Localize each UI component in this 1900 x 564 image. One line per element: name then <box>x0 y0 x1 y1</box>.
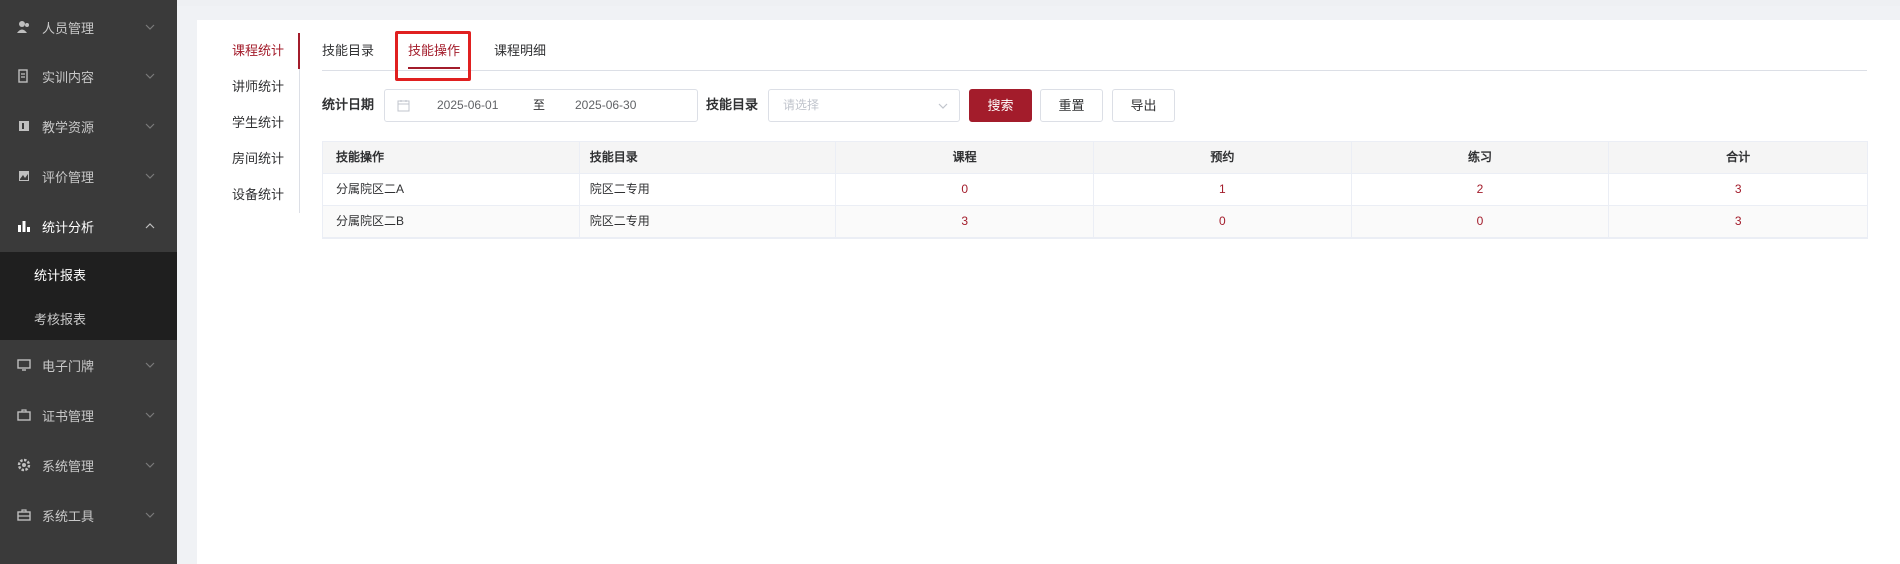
cell-total[interactable]: 3 <box>1609 206 1867 237</box>
menu-item-training[interactable]: 实训内容 <box>0 51 177 101</box>
cell-skill-catalog: 院区二专用 <box>580 206 837 237</box>
date-separator: 至 <box>533 98 546 112</box>
chevron-down-icon <box>145 173 155 179</box>
header-skill-operation: 技能操作 <box>323 142 580 173</box>
cell-reservation[interactable]: 0 <box>1094 206 1352 237</box>
menu-item-evaluation[interactable]: 评价管理 <box>0 151 177 201</box>
cell-skill-catalog: 院区二专用 <box>580 174 837 205</box>
tab-room-stats[interactable]: 房间统计 <box>232 141 284 177</box>
header-skill-catalog: 技能目录 <box>580 142 837 173</box>
reset-button[interactable]: 重置 <box>1040 89 1103 122</box>
document-icon <box>17 69 31 83</box>
skill-operation-table: 技能操作 技能目录 课程 预约 练习 合计 分属院区二A 院区二专用 0 1 2… <box>322 141 1868 239</box>
date-label: 统计日期 <box>322 97 375 112</box>
tab-student-stats[interactable]: 学生统计 <box>232 105 284 141</box>
cell-total[interactable]: 3 <box>1609 174 1867 205</box>
catalog-label: 技能目录 <box>706 97 759 112</box>
menu-label: 评价管理 <box>42 169 95 185</box>
gear-icon <box>17 458 31 472</box>
highlight-annotation <box>395 31 471 81</box>
catalog-select[interactable]: 请选择 <box>768 89 960 122</box>
export-button[interactable]: 导出 <box>1112 89 1175 122</box>
menu-label: 教学资源 <box>42 119 95 135</box>
chevron-down-icon <box>145 412 155 418</box>
header-course: 课程 <box>836 142 1095 173</box>
menu-label: 人员管理 <box>42 20 95 36</box>
cell-practice[interactable]: 2 <box>1352 174 1610 205</box>
search-button[interactable]: 搜索 <box>969 89 1032 122</box>
table-row: 分属院区二B 院区二专用 3 0 0 3 <box>323 206 1867 238</box>
top-bar <box>177 0 1900 6</box>
calendar-icon <box>397 100 410 112</box>
tabs-baseline <box>322 70 1867 71</box>
active-tab-indicator <box>298 33 300 69</box>
submenu-item-exam-report[interactable]: 考核报表 <box>0 296 177 340</box>
menu-item-system[interactable]: 系统管理 <box>0 440 177 490</box>
bar-chart-icon <box>17 219 31 233</box>
book-icon <box>17 119 31 133</box>
chevron-up-icon <box>145 223 155 229</box>
tab-course-details[interactable]: 课程明细 <box>494 33 546 70</box>
menu-label: 系统管理 <box>42 458 95 474</box>
menu-label: 证书管理 <box>42 408 95 424</box>
chevron-down-icon <box>145 362 155 368</box>
menu-item-statistics[interactable]: 统计分析 <box>0 201 177 251</box>
cell-reservation[interactable]: 1 <box>1094 174 1352 205</box>
statistics-submenu: 统计报表 考核报表 <box>0 252 177 340</box>
menu-label: 实训内容 <box>42 69 95 85</box>
chevron-down-icon <box>145 512 155 518</box>
chevron-down-icon <box>145 73 155 79</box>
tab-lecturer-stats[interactable]: 讲师统计 <box>232 69 284 105</box>
date-range-picker[interactable]: 2025-06-01 至 2025-06-30 <box>384 89 698 122</box>
chevron-down-icon <box>145 462 155 468</box>
image-icon <box>17 169 31 183</box>
header-reservation: 预约 <box>1094 142 1352 173</box>
cell-skill-operation: 分属院区二A <box>323 174 580 205</box>
catalog-placeholder: 请选择 <box>783 98 820 112</box>
sidebar: 人员管理 实训内容 教学资源 评价管理 统计分析 统计报表 考核报表 电子门牌 … <box>0 0 177 564</box>
cell-practice[interactable]: 0 <box>1352 206 1610 237</box>
toolbox-icon <box>17 508 31 522</box>
tab-device-stats[interactable]: 设备统计 <box>232 177 284 213</box>
menu-label: 系统工具 <box>42 508 95 524</box>
menu-item-doorplate[interactable]: 电子门牌 <box>0 340 177 390</box>
menu-label: 统计分析 <box>42 219 95 235</box>
tab-skill-catalog[interactable]: 技能目录 <box>322 33 374 70</box>
start-date[interactable]: 2025-06-01 <box>437 90 498 121</box>
menu-item-tools[interactable]: 系统工具 <box>0 490 177 540</box>
chevron-down-icon <box>938 103 948 109</box>
cell-course[interactable]: 3 <box>836 206 1095 237</box>
menu-item-personnel[interactable]: 人员管理 <box>0 2 177 52</box>
course-stats-tabs: 技能目录 技能操作 课程明细 <box>322 33 1867 71</box>
header-total: 合计 <box>1726 150 1751 164</box>
table-row: 分属院区二A 院区二专用 0 1 2 3 <box>323 174 1867 206</box>
cell-course[interactable]: 0 <box>836 174 1095 205</box>
table-header-row: 技能操作 技能目录 课程 预约 练习 合计 <box>323 142 1867 174</box>
stats-category-tabs: 课程统计 讲师统计 学生统计 房间统计 设备统计 <box>220 33 300 213</box>
header-practice: 练习 <box>1352 142 1610 173</box>
menu-item-certificates[interactable]: 证书管理 <box>0 390 177 440</box>
menu-label: 电子门牌 <box>42 358 95 374</box>
chevron-down-icon <box>145 24 155 30</box>
menu-item-resources[interactable]: 教学资源 <box>0 101 177 151</box>
users-icon <box>17 20 31 34</box>
chevron-down-icon <box>145 123 155 129</box>
monitor-icon <box>17 358 31 372</box>
cell-skill-operation: 分属院区二B <box>323 206 580 237</box>
tab-course-stats[interactable]: 课程统计 <box>232 33 284 69</box>
end-date[interactable]: 2025-06-30 <box>575 90 636 121</box>
submenu-item-report[interactable]: 统计报表 <box>0 252 177 296</box>
briefcase-icon <box>17 408 31 422</box>
